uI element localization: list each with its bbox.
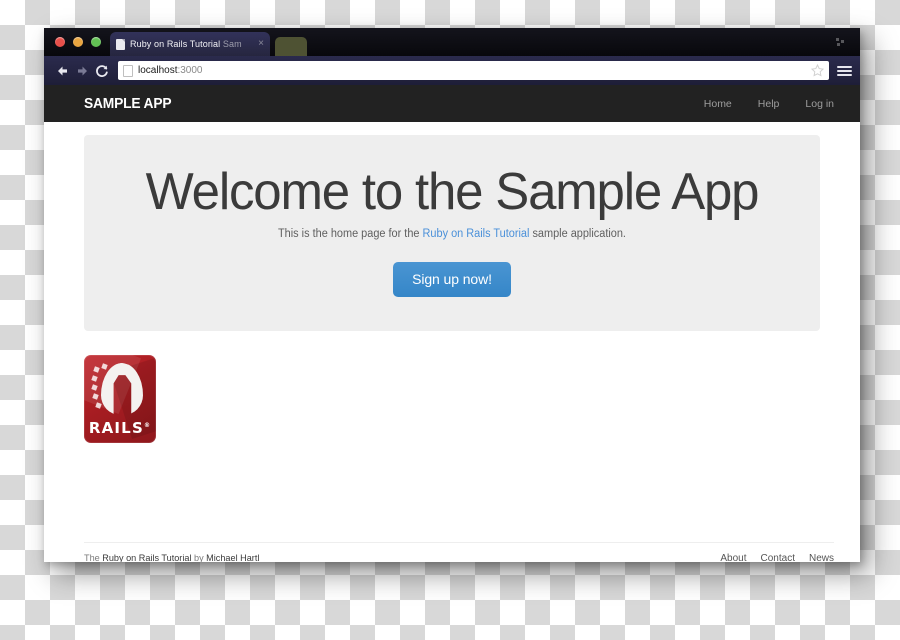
window-menu-icon[interactable] xyxy=(834,36,846,48)
navbar-links: Home Help Log in xyxy=(704,98,834,110)
app-navbar: SAMPLE APP Home Help Log in xyxy=(44,85,860,122)
signup-button[interactable]: Sign up now! xyxy=(393,261,511,297)
nav-link-help[interactable]: Help xyxy=(758,98,780,110)
page-title: Welcome to the Sample App xyxy=(145,163,760,221)
hamburger-line xyxy=(837,69,852,72)
address-bar[interactable]: localhost:3000 xyxy=(118,61,829,80)
trademark-symbol: ® xyxy=(143,421,152,429)
app-logo[interactable]: SAMPLE APP xyxy=(84,95,172,112)
tutorial-link[interactable]: Ruby on Rails Tutorial xyxy=(423,228,530,240)
footer-tutorial-link[interactable]: Ruby on Rails Tutorial xyxy=(102,553,191,562)
footer-links: About Contact News xyxy=(720,553,834,562)
footer-link-about[interactable]: About xyxy=(720,553,746,562)
browser-tab-strip: Ruby on Rails Tutorial Sam × xyxy=(44,28,860,56)
browser-menu-button[interactable] xyxy=(837,65,852,76)
subtitle-text-after: sample application. xyxy=(529,227,626,240)
url-host: localhost xyxy=(138,65,178,76)
minimize-window-button[interactable] xyxy=(73,37,83,47)
nav-link-home[interactable]: Home xyxy=(704,98,732,110)
close-tab-icon[interactable]: × xyxy=(258,39,264,49)
subtitle-text-before: This is the home page for the xyxy=(278,227,423,240)
tab-title-main: Ruby on Rails Tutorial xyxy=(130,39,221,49)
reload-icon xyxy=(96,65,108,77)
page-favicon-icon xyxy=(116,38,125,50)
footer-author: Michael Hartl xyxy=(206,553,260,562)
credit-before: The xyxy=(84,553,103,562)
rails-wordmark-text: RAILS xyxy=(88,418,144,437)
hamburger-line xyxy=(837,65,852,68)
url-port: :3000 xyxy=(177,65,203,76)
page-footer: The Ruby on Rails Tutorial by Michael Ha… xyxy=(84,542,834,562)
hero-jumbotron: Welcome to the Sample App This is the ho… xyxy=(84,135,820,331)
forward-arrow-icon xyxy=(77,66,87,75)
back-arrow-icon xyxy=(57,66,67,75)
back-button[interactable] xyxy=(52,61,72,81)
page-info-icon xyxy=(123,64,133,77)
footer-link-news[interactable]: News xyxy=(809,553,834,562)
hero-subtitle: This is the home page for the Ruby on Ra… xyxy=(121,228,782,240)
credit-mid: by xyxy=(191,553,207,562)
browser-window: Ruby on Rails Tutorial Sam × localhost:3… xyxy=(44,28,860,562)
reload-button[interactable] xyxy=(92,61,112,81)
rails-logo-container: RAILS® xyxy=(84,354,860,443)
hamburger-line xyxy=(837,73,852,76)
forward-button[interactable] xyxy=(72,61,92,81)
address-bar-text: localhost:3000 xyxy=(138,65,811,76)
nav-link-login[interactable]: Log in xyxy=(805,98,834,110)
tab-title-truncated: Sam xyxy=(222,39,242,49)
browser-tab-title: Ruby on Rails Tutorial Sam xyxy=(130,39,255,49)
new-tab-button[interactable] xyxy=(275,37,307,56)
maximize-window-button[interactable] xyxy=(91,37,101,47)
page-viewport: SAMPLE APP Home Help Log in Welcome to t… xyxy=(44,85,860,562)
close-window-button[interactable] xyxy=(55,37,65,47)
browser-toolbar: localhost:3000 xyxy=(44,56,860,85)
rails-logo-icon[interactable]: RAILS® xyxy=(84,354,156,443)
rails-wordmark: RAILS® xyxy=(84,419,156,437)
browser-tab-active[interactable]: Ruby on Rails Tutorial Sam × xyxy=(110,32,270,56)
footer-credit: The Ruby on Rails Tutorial by Michael Ha… xyxy=(84,553,259,562)
footer-link-contact[interactable]: Contact xyxy=(761,553,795,562)
window-traffic-lights xyxy=(55,37,101,47)
bookmark-star-icon[interactable] xyxy=(811,64,824,77)
